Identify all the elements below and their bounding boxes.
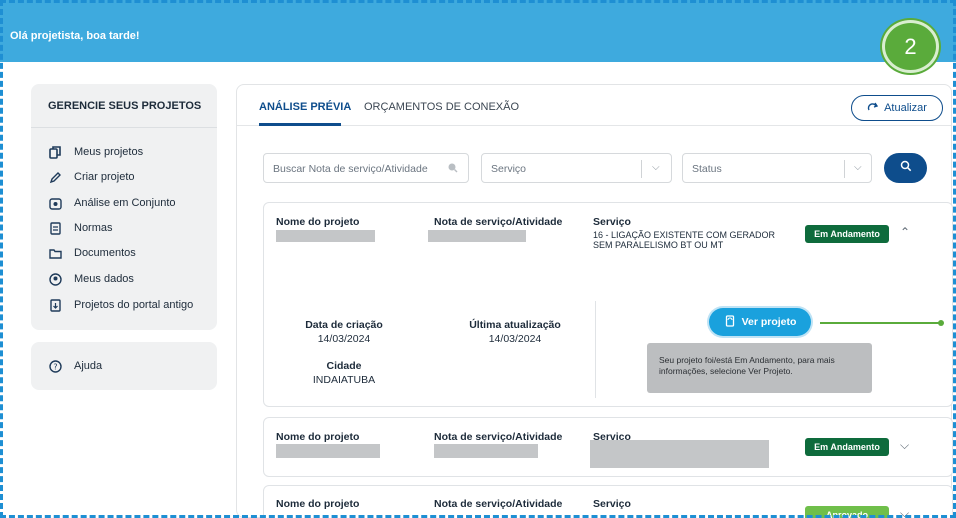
redacted-service: [590, 440, 769, 468]
sidebar-item-label: Ajuda: [74, 360, 103, 372]
sidebar-item-meus-dados[interactable]: Meus dados: [48, 269, 134, 289]
project-name-label: Nome do projeto: [276, 431, 360, 443]
shared-docs-icon: [48, 196, 62, 210]
sidebar-item-analise-conjunto[interactable]: Análise em Conjunto: [48, 193, 176, 213]
tabs-bar: ANÁLISE PRÉVIA ORÇAMENTOS DE CONEXÃO Atu…: [237, 85, 951, 126]
search-button[interactable]: [884, 153, 927, 183]
redacted-project-name: [276, 444, 380, 458]
main-panel: ANÁLISE PRÉVIA ORÇAMENTOS DE CONEXÃO Atu…: [236, 84, 953, 518]
search-icon: [447, 162, 458, 176]
search-icon: [900, 159, 912, 177]
search-input[interactable]: Buscar Nota de serviço/Atividade: [263, 153, 469, 183]
sidebar-item-documentos[interactable]: Documentos: [48, 243, 136, 263]
project-card-expanded: Nome do projeto Nota de serviço/Atividad…: [263, 202, 953, 407]
refresh-label: Atualizar: [884, 102, 927, 114]
sidebar-item-normas[interactable]: Normas: [48, 218, 113, 238]
service-note-label: Nota de serviço/Atividade: [434, 498, 563, 510]
redacted-service-note: [434, 444, 538, 458]
status-badge: Em Andamento: [805, 225, 889, 243]
project-name-label: Nome do projeto: [276, 216, 360, 228]
status-select[interactable]: Status ⌵: [682, 153, 872, 183]
refresh-icon: [867, 102, 879, 115]
project-card[interactable]: Nome do projeto Nota de serviço/Atividad…: [263, 485, 953, 518]
archive-icon: [48, 298, 62, 312]
top-header: Olá projetista, boa tarde!: [0, 0, 956, 62]
created-date-value: 14/03/2024: [317, 333, 371, 345]
project-name-label: Nome do projeto: [276, 498, 360, 510]
tab-orcamentos-conexao[interactable]: ORÇAMENTOS DE CONEXÃO: [364, 101, 519, 113]
status-badge: Aprovado: [805, 506, 889, 518]
updated-date-value: 14/03/2024: [488, 333, 542, 345]
chevron-down-icon[interactable]: ⌵: [900, 438, 909, 453]
city-value: INDAIATUBA: [312, 374, 376, 386]
updated-date-label: Última atualização: [469, 319, 561, 331]
document-icon: [48, 221, 62, 235]
step-number-badge: 2: [882, 20, 939, 73]
sidebar-item-portal-antigo[interactable]: Projetos do portal antigo: [48, 295, 193, 315]
sidebar-item-label: Meus projetos: [74, 146, 144, 158]
sidebar-item-ajuda[interactable]: ? Ajuda: [48, 356, 102, 376]
status-select-value: Status: [692, 163, 722, 175]
service-label: Serviço: [593, 216, 631, 228]
callout-pointer-line: [820, 322, 940, 324]
folder-icon: [48, 246, 62, 260]
svg-text:?: ?: [53, 362, 57, 371]
chevron-down-icon: ⌵: [652, 162, 660, 173]
select-separator: [844, 160, 845, 178]
sidebar-item-label: Criar projeto: [74, 171, 135, 183]
status-badge: Em Andamento: [805, 438, 889, 456]
service-value: 16 - LIGAÇÃO EXISTENTE COM GERADOR SEM P…: [593, 230, 776, 250]
service-note-label: Nota de serviço/Atividade: [434, 216, 563, 228]
chevron-up-icon[interactable]: ⌃: [900, 225, 910, 239]
created-date-label: Data de criação: [305, 319, 383, 331]
sidebar-item-label: Meus dados: [74, 273, 134, 285]
question-icon: ?: [48, 359, 62, 373]
pencil-icon: [48, 170, 62, 184]
service-select[interactable]: Serviço ⌵: [481, 153, 672, 183]
user-icon: [48, 272, 62, 286]
refresh-button[interactable]: Atualizar: [851, 95, 943, 121]
callout-pointer-dot: [938, 320, 944, 326]
sidebar: GERENCIE SEUS PROJETOS Meus projetos Cri…: [31, 84, 217, 330]
chevron-down-icon: ⌵: [854, 162, 862, 173]
service-label: Serviço: [593, 498, 631, 510]
refresh-doc-icon: [724, 314, 736, 330]
help-card: ? Ajuda: [31, 342, 217, 390]
chevron-down-icon[interactable]: ⌵: [900, 506, 909, 518]
service-select-value: Serviço: [491, 163, 527, 175]
tab-analise-previa[interactable]: ANÁLISE PRÉVIA: [259, 101, 351, 113]
sidebar-item-label: Análise em Conjunto: [74, 197, 176, 209]
view-project-label: Ver projeto: [741, 316, 797, 328]
city-label: Cidade: [326, 360, 362, 372]
sidebar-item-meus-projetos[interactable]: Meus projetos: [48, 142, 143, 162]
project-card[interactable]: Nome do projeto Nota de serviço/Atividad…: [263, 417, 953, 477]
sidebar-item-criar-projeto[interactable]: Criar projeto: [48, 167, 135, 187]
view-project-button[interactable]: Ver projeto: [709, 308, 811, 336]
status-tooltip: Seu projeto foi/está Em Andamento, para …: [647, 343, 872, 393]
redacted-service-note: [428, 230, 526, 242]
active-tab-indicator: [259, 123, 341, 126]
service-note-label: Nota de serviço/Atividade: [434, 431, 563, 443]
redacted-project-name: [276, 230, 375, 242]
select-separator: [641, 160, 642, 178]
details-divider: [595, 301, 596, 398]
sidebar-title: GERENCIE SEUS PROJETOS: [31, 84, 217, 128]
sidebar-item-label: Documentos: [74, 247, 136, 259]
sidebar-item-label: Projetos do portal antigo: [74, 299, 194, 311]
sidebar-item-label: Normas: [74, 222, 113, 234]
copy-icon: [48, 145, 62, 159]
greeting-text: Olá projetista, boa tarde!: [10, 30, 140, 42]
search-placeholder: Buscar Nota de serviço/Atividade: [273, 163, 428, 175]
